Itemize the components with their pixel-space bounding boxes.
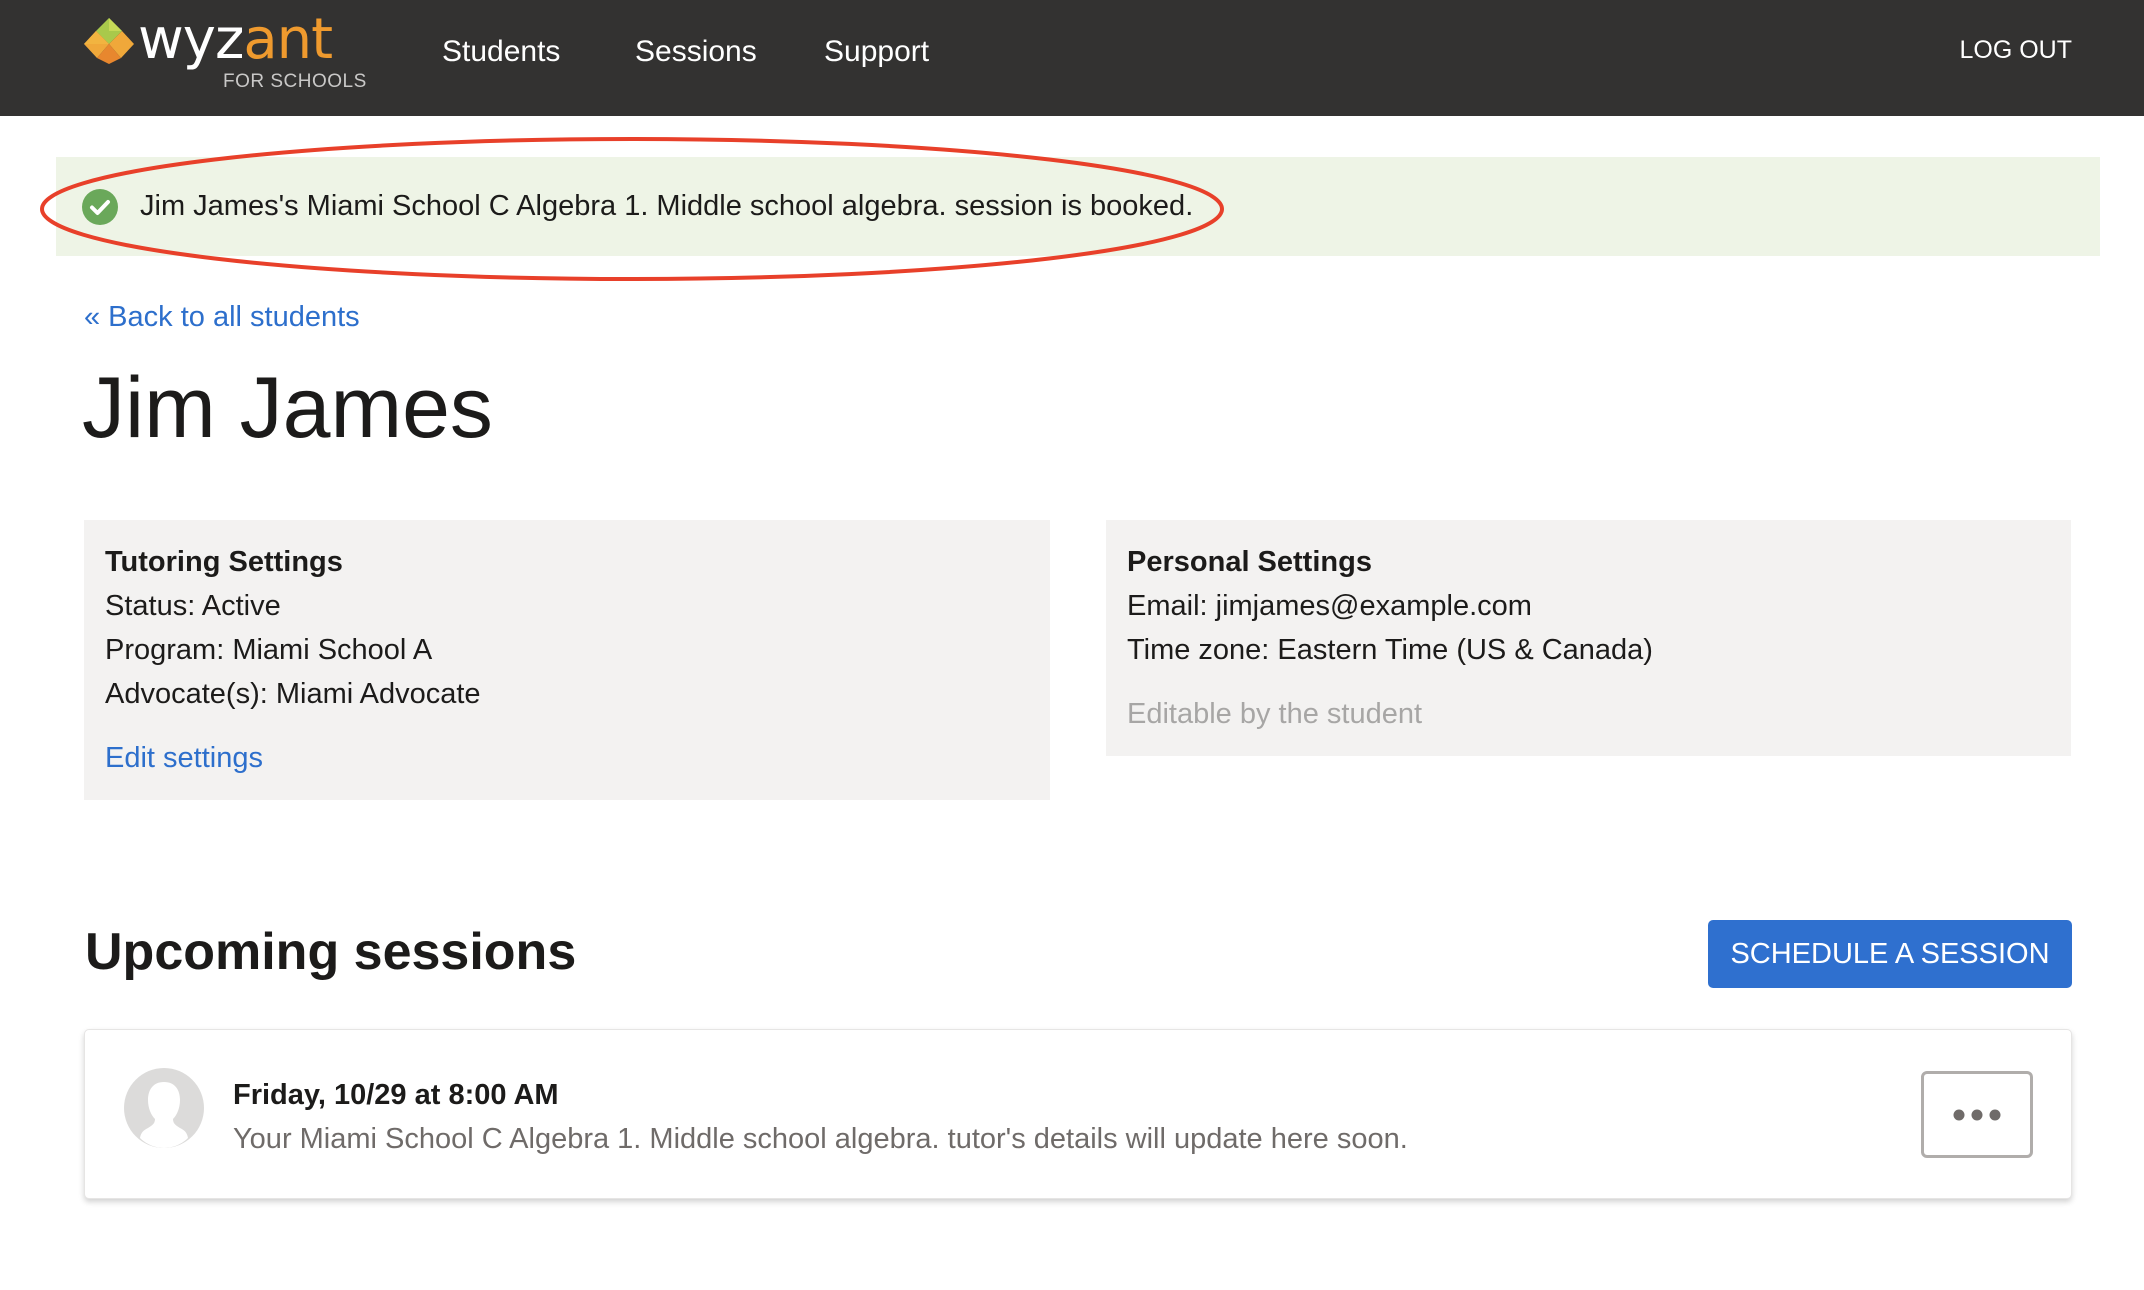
session-datetime: Friday, 10/29 at 8:00 AM bbox=[233, 1079, 559, 1111]
success-banner: Jim James's Miami School C Algebra 1. Mi… bbox=[56, 157, 2100, 256]
nav-sessions[interactable]: Sessions bbox=[635, 33, 757, 71]
success-message: Jim James's Miami School C Algebra 1. Mi… bbox=[140, 190, 1194, 222]
student-name-heading: Jim James bbox=[82, 360, 493, 456]
more-horizontal-icon bbox=[1953, 1109, 2001, 1120]
logout-link[interactable]: LOG OUT bbox=[1959, 33, 2072, 67]
check-circle-icon bbox=[82, 189, 118, 225]
session-options-button[interactable] bbox=[1921, 1071, 2033, 1158]
logo-word-white: wyz bbox=[138, 7, 244, 72]
email-value: Email: jimjames@example.com bbox=[1127, 590, 1532, 622]
logo-subtitle: FOR SCHOOLS bbox=[223, 71, 367, 92]
advocate-value: Advocate(s): Miami Advocate bbox=[105, 678, 481, 710]
personal-settings-title: Personal Settings bbox=[1127, 546, 1372, 578]
top-navigation-bar: wyzant FOR SCHOOLS Students Sessions Sup… bbox=[0, 0, 2144, 116]
session-card: Friday, 10/29 at 8:00 AM Your Miami Scho… bbox=[84, 1029, 2072, 1199]
upcoming-sessions-heading: Upcoming sessions bbox=[85, 923, 577, 981]
schedule-session-button[interactable]: SCHEDULE A SESSION bbox=[1708, 920, 2072, 988]
tutoring-settings-title: Tutoring Settings bbox=[105, 546, 343, 578]
wyzant-diamond-icon bbox=[84, 18, 134, 64]
nav-students[interactable]: Students bbox=[442, 33, 560, 71]
logo-word-orange: ant bbox=[243, 7, 333, 72]
wyzant-logo[interactable]: wyzant FOR SCHOOLS bbox=[84, 10, 367, 96]
program-value: Program: Miami School A bbox=[105, 634, 433, 666]
session-detail: Your Miami School C Algebra 1. Middle sc… bbox=[233, 1123, 1408, 1155]
edit-settings-link[interactable]: Edit settings bbox=[105, 736, 263, 780]
nav-support[interactable]: Support bbox=[824, 33, 929, 71]
logo-wordmark: wyzant bbox=[138, 7, 333, 72]
timezone-value: Time zone: Eastern Time (US & Canada) bbox=[1127, 634, 1653, 666]
personal-settings-panel: Personal Settings Email: jimjames@exampl… bbox=[1106, 520, 2071, 756]
editable-note: Editable by the student bbox=[1127, 698, 1423, 730]
back-to-students-link[interactable]: « Back to all students bbox=[84, 298, 360, 336]
status-value: Status: Active bbox=[105, 590, 281, 622]
tutoring-settings-panel: Tutoring Settings Status: Active Program… bbox=[84, 520, 1050, 800]
default-user-avatar-icon bbox=[124, 1068, 204, 1148]
